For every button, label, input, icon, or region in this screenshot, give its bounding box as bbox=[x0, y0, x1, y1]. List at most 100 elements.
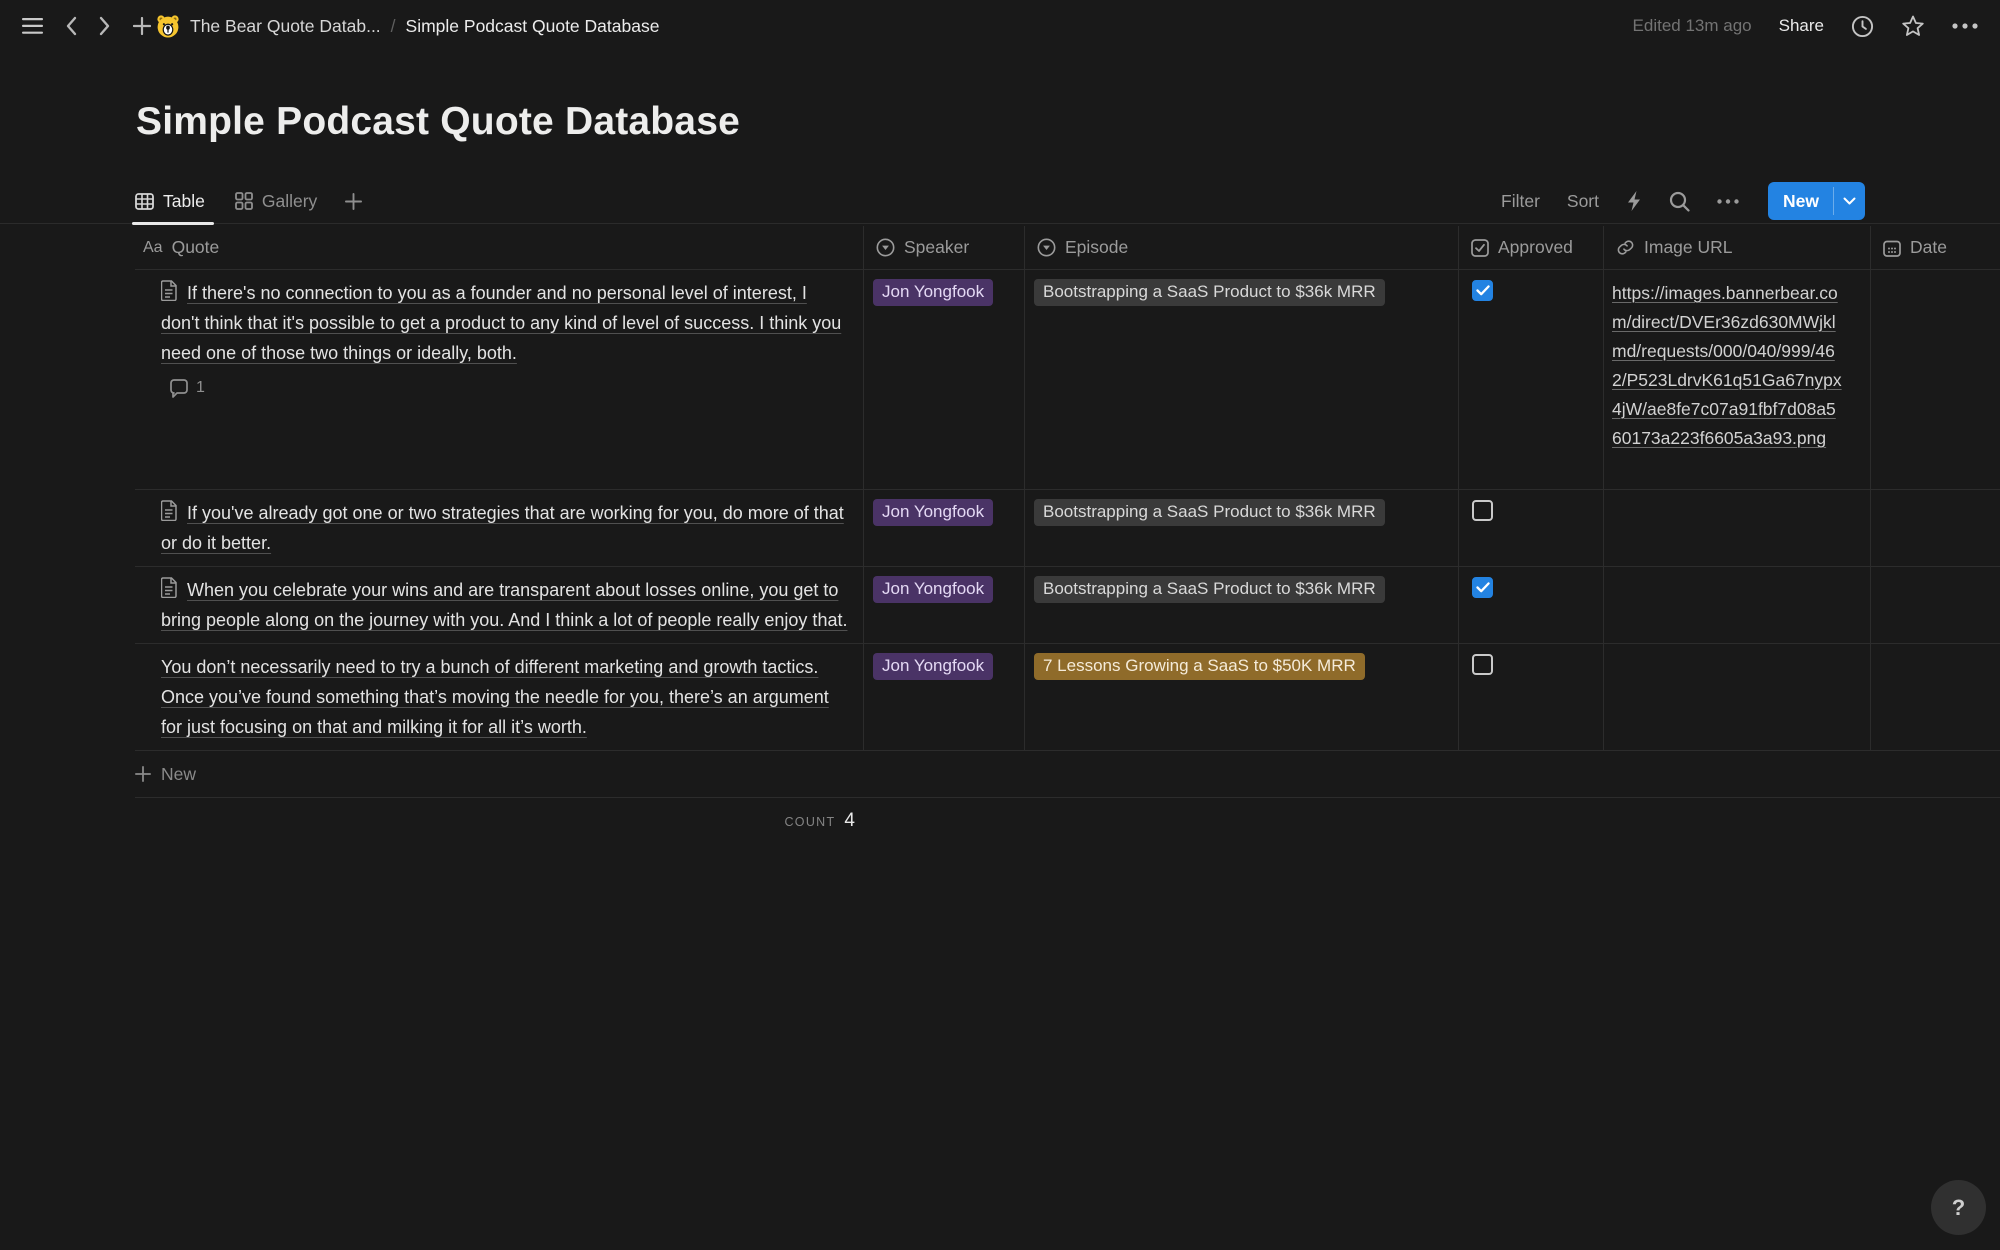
quote-cell[interactable]: If there's no connection to you as a fou… bbox=[135, 270, 863, 489]
quote-title: When you celebrate your wins and are tra… bbox=[161, 580, 847, 630]
add-row-label: New bbox=[161, 764, 196, 785]
speaker-tag: Jon Yongfook bbox=[873, 653, 993, 680]
add-view-plus-icon[interactable] bbox=[345, 193, 362, 210]
forward-chevron-icon[interactable] bbox=[99, 16, 111, 36]
calendar-property-icon bbox=[1883, 239, 1901, 257]
add-row-button[interactable]: New bbox=[135, 751, 2000, 798]
episode-cell[interactable]: Bootstrapping a SaaS Product to $36k MRR bbox=[1024, 270, 1458, 489]
page-document-icon bbox=[161, 500, 178, 521]
approved-checkbox[interactable] bbox=[1472, 500, 1493, 521]
plus-icon bbox=[135, 766, 151, 782]
clock-history-icon[interactable] bbox=[1851, 15, 1874, 38]
episode-tag: 7 Lessons Growing a SaaS to $50K MRR bbox=[1034, 653, 1365, 680]
image-url-link[interactable]: https://images.bannerbear.com/direct/DVE… bbox=[1612, 283, 1842, 448]
more-ellipsis-icon[interactable] bbox=[1952, 23, 1978, 29]
column-header-speaker[interactable]: Speaker bbox=[863, 226, 1024, 269]
new-record-button[interactable]: New bbox=[1768, 182, 1865, 220]
column-header-image-url[interactable]: Image URL bbox=[1603, 226, 1870, 269]
lightning-icon[interactable] bbox=[1626, 190, 1642, 212]
aa-title-icon: Aa bbox=[143, 239, 163, 257]
column-header-episode[interactable]: Episode bbox=[1024, 226, 1458, 269]
column-label: Approved bbox=[1498, 237, 1573, 258]
image-url-cell[interactable] bbox=[1603, 644, 1870, 750]
help-button[interactable]: ? bbox=[1931, 1180, 1986, 1235]
page-document-icon bbox=[161, 577, 178, 598]
episode-tag: Bootstrapping a SaaS Product to $36k MRR bbox=[1034, 576, 1385, 603]
filter-button[interactable]: Filter bbox=[1501, 191, 1540, 212]
image-url-cell[interactable] bbox=[1603, 567, 1870, 643]
quote-cell[interactable]: You don’t necessarily need to try a bunc… bbox=[135, 644, 863, 750]
date-cell[interactable] bbox=[1870, 490, 2000, 566]
star-favorite-icon[interactable] bbox=[1901, 14, 1925, 38]
checkbox-property-icon bbox=[1471, 239, 1489, 257]
column-header-date[interactable]: Date bbox=[1870, 226, 2000, 269]
link-property-icon bbox=[1616, 238, 1635, 257]
date-cell[interactable] bbox=[1870, 270, 2000, 489]
top-bar: The Bear Quote Datab... / Simple Podcast… bbox=[0, 0, 2000, 52]
approved-cell bbox=[1458, 270, 1603, 489]
quote-title: You don’t necessarily need to try a bunc… bbox=[161, 657, 829, 737]
view-options-ellipsis-icon[interactable] bbox=[1717, 199, 1739, 204]
episode-cell[interactable]: 7 Lessons Growing a SaaS to $50K MRR bbox=[1024, 644, 1458, 750]
tab-table[interactable]: Table bbox=[135, 178, 205, 224]
count-value: 4 bbox=[844, 810, 855, 832]
episode-cell[interactable]: Bootstrapping a SaaS Product to $36k MRR bbox=[1024, 490, 1458, 566]
approved-cell bbox=[1458, 567, 1603, 643]
image-url-cell[interactable] bbox=[1603, 490, 1870, 566]
quote-cell[interactable]: If you've already got one or two strateg… bbox=[135, 490, 863, 566]
bear-logo bbox=[155, 13, 181, 39]
new-page-plus-icon[interactable] bbox=[133, 17, 151, 35]
table-row: If there's no connection to you as a fou… bbox=[135, 270, 2000, 490]
breadcrumb: The Bear Quote Datab... / Simple Podcast… bbox=[155, 13, 659, 39]
hamburger-icon[interactable] bbox=[22, 18, 43, 34]
column-label: Image URL bbox=[1644, 237, 1733, 258]
sort-button[interactable]: Sort bbox=[1567, 191, 1599, 212]
speaker-tag: Jon Yongfook bbox=[873, 576, 993, 603]
breadcrumb-parent[interactable]: The Bear Quote Datab... bbox=[155, 13, 381, 39]
quote-title: If you've already got one or two strateg… bbox=[161, 503, 844, 553]
approved-checkbox[interactable] bbox=[1472, 577, 1493, 598]
date-cell[interactable] bbox=[1870, 567, 2000, 643]
page-title[interactable]: Simple Podcast Quote Database bbox=[136, 100, 740, 144]
database-table: Aa Quote Speaker Episode Approved Imag bbox=[135, 226, 2000, 832]
comment-chip[interactable]: 1 bbox=[169, 373, 849, 403]
speaker-cell[interactable]: Jon Yongfook bbox=[863, 490, 1024, 566]
breadcrumb-separator: / bbox=[391, 16, 396, 37]
count-summary[interactable]: COUNT 4 bbox=[135, 798, 863, 832]
comment-count: 1 bbox=[196, 373, 205, 403]
speaker-tag: Jon Yongfook bbox=[873, 499, 993, 526]
edited-timestamp: Edited 13m ago bbox=[1633, 16, 1752, 36]
table-row: If you've already got one or two strateg… bbox=[135, 490, 2000, 567]
speaker-cell[interactable]: Jon Yongfook bbox=[863, 567, 1024, 643]
episode-tag: Bootstrapping a SaaS Product to $36k MRR bbox=[1034, 499, 1385, 526]
select-property-icon bbox=[876, 238, 895, 257]
speaker-cell[interactable]: Jon Yongfook bbox=[863, 270, 1024, 489]
image-url-cell[interactable]: https://images.bannerbear.com/direct/DVE… bbox=[1603, 270, 1870, 489]
view-bar: Table Gallery Filter Sort New bbox=[135, 178, 1865, 224]
new-dropdown-chevron-icon[interactable] bbox=[1834, 182, 1865, 220]
tab-table-label: Table bbox=[163, 191, 205, 212]
search-icon[interactable] bbox=[1669, 191, 1690, 212]
breadcrumb-current[interactable]: Simple Podcast Quote Database bbox=[406, 16, 660, 37]
speaker-tag: Jon Yongfook bbox=[873, 279, 993, 306]
tab-gallery[interactable]: Gallery bbox=[235, 178, 317, 224]
column-header-quote[interactable]: Aa Quote bbox=[135, 226, 863, 269]
back-chevron-icon[interactable] bbox=[65, 16, 77, 36]
new-record-label: New bbox=[1768, 182, 1833, 220]
active-tab-underline bbox=[132, 222, 214, 225]
breadcrumb-parent-label: The Bear Quote Datab... bbox=[190, 16, 381, 37]
speaker-cell[interactable]: Jon Yongfook bbox=[863, 644, 1024, 750]
date-cell[interactable] bbox=[1870, 644, 2000, 750]
approved-checkbox[interactable] bbox=[1472, 654, 1493, 675]
count-label: COUNT bbox=[784, 815, 835, 829]
table-row: You don’t necessarily need to try a bunc… bbox=[135, 644, 2000, 751]
approved-checkbox[interactable] bbox=[1472, 280, 1493, 301]
share-button[interactable]: Share bbox=[1779, 16, 1824, 36]
quote-cell[interactable]: When you celebrate your wins and are tra… bbox=[135, 567, 863, 643]
quote-title: If there's no connection to you as a fou… bbox=[161, 283, 841, 363]
tab-gallery-label: Gallery bbox=[262, 191, 317, 212]
approved-cell bbox=[1458, 644, 1603, 750]
column-header-approved[interactable]: Approved bbox=[1458, 226, 1603, 269]
episode-cell[interactable]: Bootstrapping a SaaS Product to $36k MRR bbox=[1024, 567, 1458, 643]
table-header-row: Aa Quote Speaker Episode Approved Imag bbox=[135, 226, 2000, 270]
